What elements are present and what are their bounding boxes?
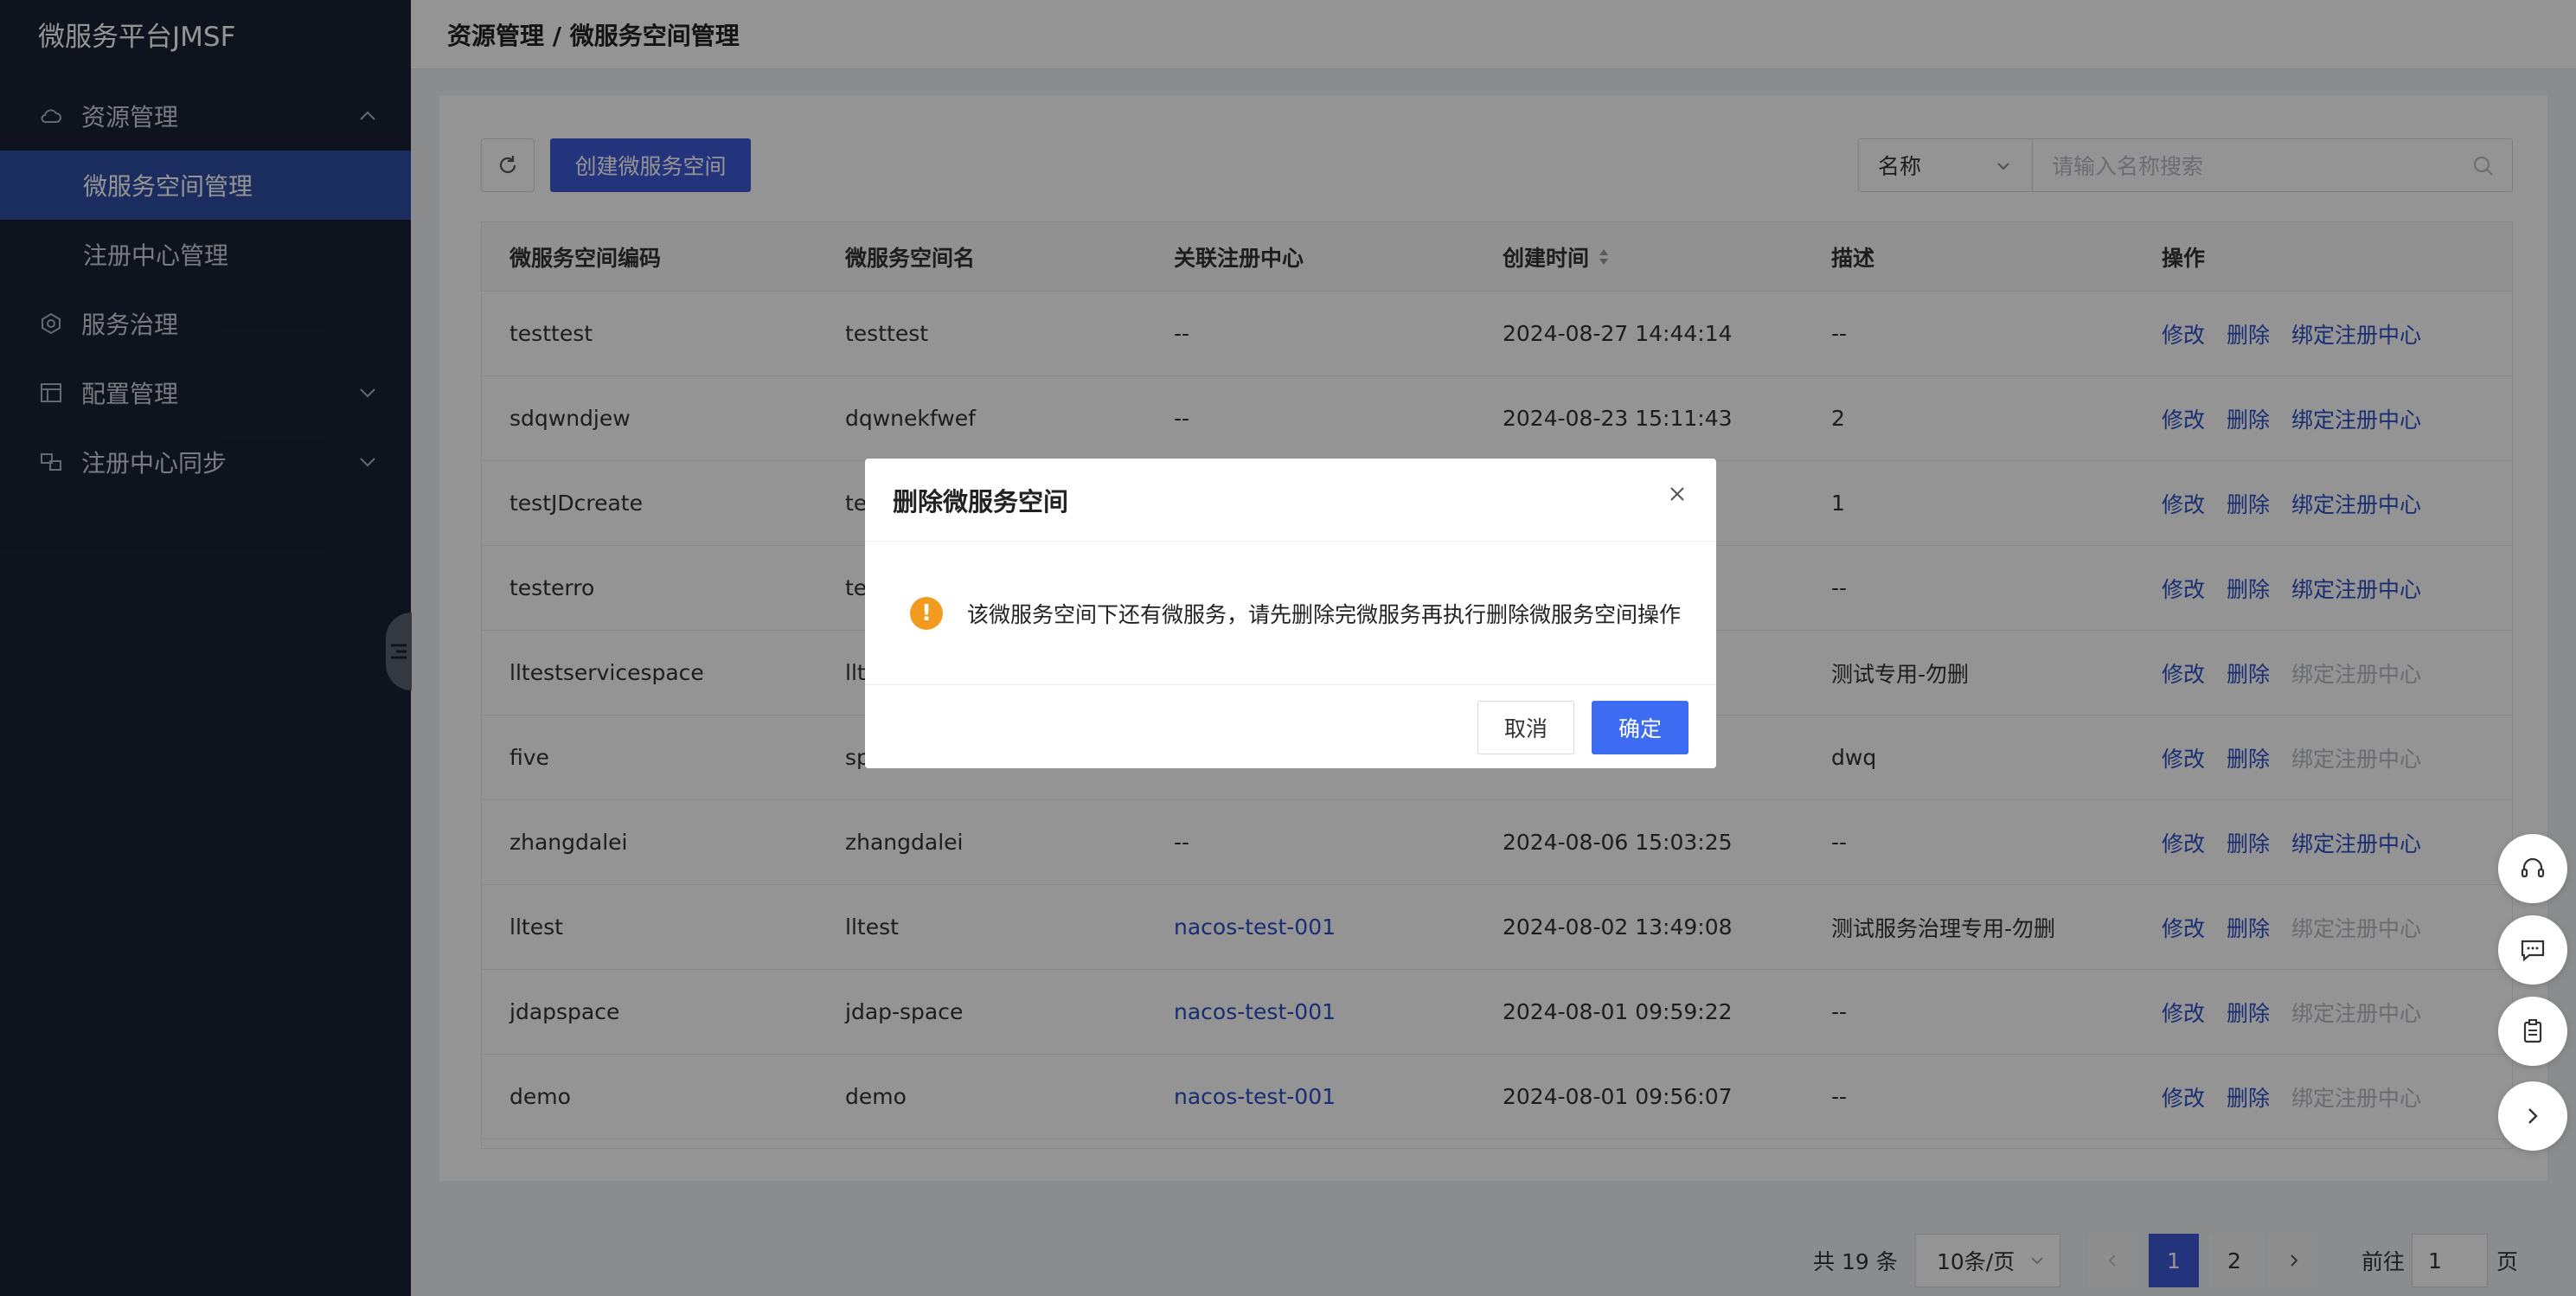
- dialog-message: 该微服务空间下还有微服务，请先删除完微服务再执行删除微服务空间操作: [967, 601, 1682, 627]
- message-icon: [2521, 940, 2545, 962]
- dialog-title: 删除微服务空间: [893, 486, 1069, 516]
- close-icon[interactable]: [1664, 481, 1690, 507]
- feedback-button[interactable]: [2498, 915, 2567, 985]
- chevron-right-icon: [2528, 1108, 2538, 1124]
- expand-button[interactable]: [2498, 1081, 2567, 1151]
- warning-icon: !: [910, 596, 943, 630]
- cancel-button[interactable]: 取消: [1477, 701, 1574, 754]
- docs-button[interactable]: [2498, 997, 2567, 1066]
- clipboard-icon: [2523, 1019, 2542, 1043]
- dialog-footer: 取消 确定: [865, 685, 1716, 768]
- dialog-header: 删除微服务空间: [865, 459, 1716, 542]
- headset-icon: [2521, 857, 2545, 878]
- dialog-body: ! 该微服务空间下还有微服务，请先删除完微服务再执行删除微服务空间操作: [865, 542, 1716, 685]
- confirm-button[interactable]: 确定: [1592, 701, 1688, 754]
- delete-space-dialog: 删除微服务空间 ! 该微服务空间下还有微服务，请先删除完微服务再执行删除微服务空…: [865, 459, 1716, 768]
- support-button[interactable]: [2498, 834, 2567, 903]
